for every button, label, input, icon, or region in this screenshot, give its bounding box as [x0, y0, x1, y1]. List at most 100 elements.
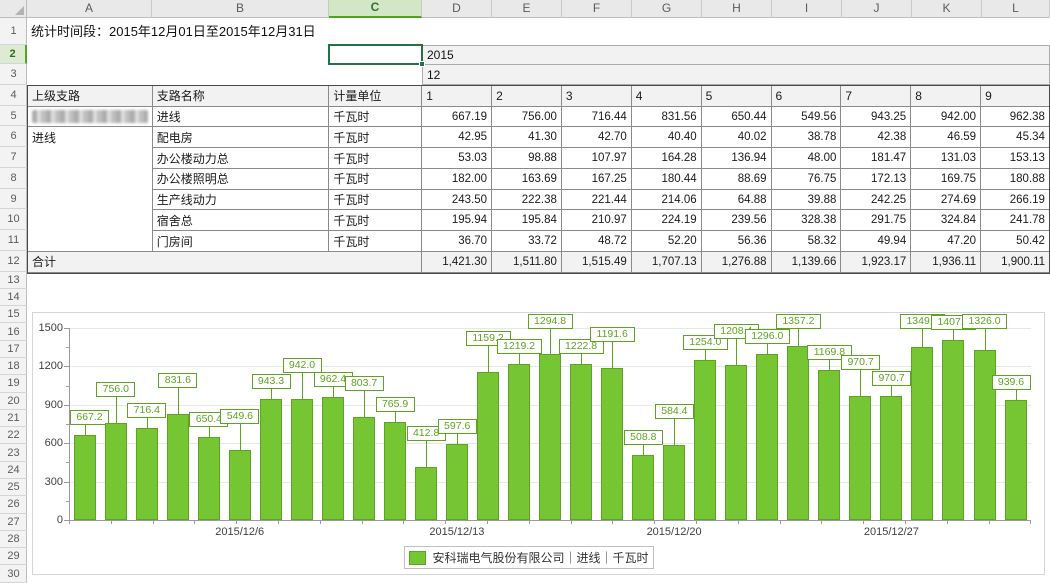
bar[interactable] — [694, 360, 716, 521]
value-cell[interactable]: 163.69 — [492, 169, 562, 190]
bar[interactable] — [229, 450, 251, 520]
total-value-cell[interactable]: 1,707.13 — [632, 252, 702, 273]
row-header-18[interactable]: 18 — [0, 358, 27, 375]
row-header-30[interactable]: 30 — [0, 565, 27, 582]
table-header-cell[interactable]: 8 — [911, 86, 981, 107]
row-header-13[interactable]: 13 — [0, 272, 27, 289]
value-cell[interactable]: 180.44 — [632, 169, 702, 190]
value-cell[interactable]: 942.00 — [911, 107, 981, 128]
unit-cell[interactable]: 千瓦时 — [329, 148, 422, 169]
value-cell[interactable]: 52.20 — [632, 231, 702, 252]
bar[interactable] — [601, 368, 623, 521]
value-cell[interactable]: 274.69 — [911, 190, 981, 211]
table-header-cell[interactable]: 1 — [422, 86, 492, 107]
value-cell[interactable]: 549.56 — [772, 107, 842, 128]
value-cell[interactable]: 40.02 — [702, 127, 772, 148]
value-cell[interactable]: 42.38 — [841, 127, 911, 148]
row-header-29[interactable]: 29 — [0, 548, 27, 565]
table-header-cell[interactable]: 5 — [702, 86, 772, 107]
value-cell[interactable]: 650.44 — [702, 107, 772, 128]
row-header-19[interactable]: 19 — [0, 375, 27, 392]
value-cell[interactable]: 76.75 — [772, 169, 842, 190]
row-header-17[interactable]: 17 — [0, 341, 27, 358]
parent-branch-redacted-cell[interactable] — [28, 107, 153, 128]
value-cell[interactable]: 40.40 — [632, 127, 702, 148]
table-header-cell[interactable]: 4 — [632, 86, 702, 107]
bar[interactable] — [1005, 400, 1027, 520]
value-cell[interactable]: 756.00 — [492, 107, 562, 128]
parent-branch-cell[interactable] — [28, 231, 153, 252]
total-value-cell[interactable]: 1,139.66 — [772, 252, 842, 273]
bar[interactable] — [353, 417, 375, 520]
value-cell[interactable]: 58.32 — [772, 231, 842, 252]
value-cell[interactable]: 107.97 — [562, 148, 632, 169]
row-header-27[interactable]: 27 — [0, 514, 27, 531]
value-cell[interactable]: 50.42 — [981, 231, 1049, 252]
value-cell[interactable]: 48.72 — [562, 231, 632, 252]
bar[interactable] — [260, 399, 282, 520]
row-header-3[interactable]: 3 — [0, 64, 27, 85]
parent-branch-cell[interactable] — [28, 169, 153, 190]
table-header-cell[interactable]: 6 — [772, 86, 842, 107]
row-header-15[interactable]: 15 — [0, 306, 27, 323]
value-cell[interactable]: 164.28 — [632, 148, 702, 169]
value-cell[interactable]: 195.84 — [492, 210, 562, 231]
table-header-cell[interactable]: 支路名称 — [153, 86, 330, 107]
total-value-cell[interactable]: 1,900.11 — [981, 252, 1049, 273]
bar[interactable] — [663, 445, 685, 520]
parent-branch-cell[interactable] — [28, 210, 153, 231]
table-header-cell[interactable]: 2 — [492, 86, 562, 107]
value-cell[interactable]: 98.88 — [492, 148, 562, 169]
bar[interactable] — [291, 399, 313, 520]
bar[interactable] — [880, 396, 902, 520]
total-label-cell[interactable]: 合计 — [28, 252, 422, 273]
total-value-cell[interactable]: 1,936.11 — [911, 252, 981, 273]
column-header-l[interactable]: L — [982, 0, 1050, 18]
value-cell[interactable]: 56.36 — [702, 231, 772, 252]
column-header-c[interactable]: C — [329, 0, 422, 18]
month-cell[interactable]: 12 — [422, 64, 1050, 85]
value-cell[interactable]: 182.00 — [422, 169, 492, 190]
unit-cell[interactable]: 千瓦时 — [329, 231, 422, 252]
value-cell[interactable]: 324.84 — [911, 210, 981, 231]
chart-legend[interactable]: 安科瑞电气股份有限公司｜进线｜千瓦时 — [404, 546, 654, 569]
value-cell[interactable]: 181.47 — [841, 148, 911, 169]
bar[interactable] — [818, 370, 840, 520]
row-header-9[interactable]: 9 — [0, 189, 27, 210]
parent-branch-cell[interactable] — [28, 148, 153, 169]
row-header-22[interactable]: 22 — [0, 427, 27, 444]
value-cell[interactable]: 36.70 — [422, 231, 492, 252]
report-period-cell[interactable]: 统计时间段：2015年12月01日至2015年12月31日 — [31, 18, 316, 45]
value-cell[interactable]: 242.25 — [841, 190, 911, 211]
row-header-10[interactable]: 10 — [0, 209, 27, 230]
row-header-5[interactable]: 5 — [0, 106, 27, 127]
branch-name-cell[interactable]: 进线 — [153, 107, 330, 128]
branch-name-cell[interactable]: 门房间 — [153, 231, 330, 252]
row-header-7[interactable]: 7 — [0, 147, 27, 168]
fill-handle[interactable] — [419, 61, 425, 67]
value-cell[interactable]: 667.19 — [422, 107, 492, 128]
row-header-28[interactable]: 28 — [0, 531, 27, 548]
value-cell[interactable]: 241.78 — [981, 210, 1049, 231]
value-cell[interactable]: 49.94 — [841, 231, 911, 252]
bar[interactable] — [787, 346, 809, 520]
row-header-1[interactable]: 1 — [0, 18, 27, 45]
total-value-cell[interactable]: 1,511.80 — [492, 252, 562, 273]
select-all-corner[interactable] — [0, 0, 27, 18]
total-value-cell[interactable]: 1,276.88 — [702, 252, 772, 273]
value-cell[interactable]: 180.88 — [981, 169, 1049, 190]
bar[interactable] — [756, 354, 778, 520]
value-cell[interactable]: 136.94 — [702, 148, 772, 169]
row-header-24[interactable]: 24 — [0, 462, 27, 479]
value-cell[interactable]: 167.25 — [562, 169, 632, 190]
value-cell[interactable]: 291.75 — [841, 210, 911, 231]
value-cell[interactable]: 210.97 — [562, 210, 632, 231]
column-header-k[interactable]: K — [912, 0, 982, 18]
bar[interactable] — [74, 435, 96, 520]
unit-cell[interactable]: 千瓦时 — [329, 107, 422, 128]
selected-cell-c2[interactable] — [328, 44, 423, 65]
value-cell[interactable]: 224.19 — [632, 210, 702, 231]
row-header-21[interactable]: 21 — [0, 410, 27, 427]
row-header-12[interactable]: 12 — [0, 251, 27, 272]
value-cell[interactable]: 239.56 — [702, 210, 772, 231]
